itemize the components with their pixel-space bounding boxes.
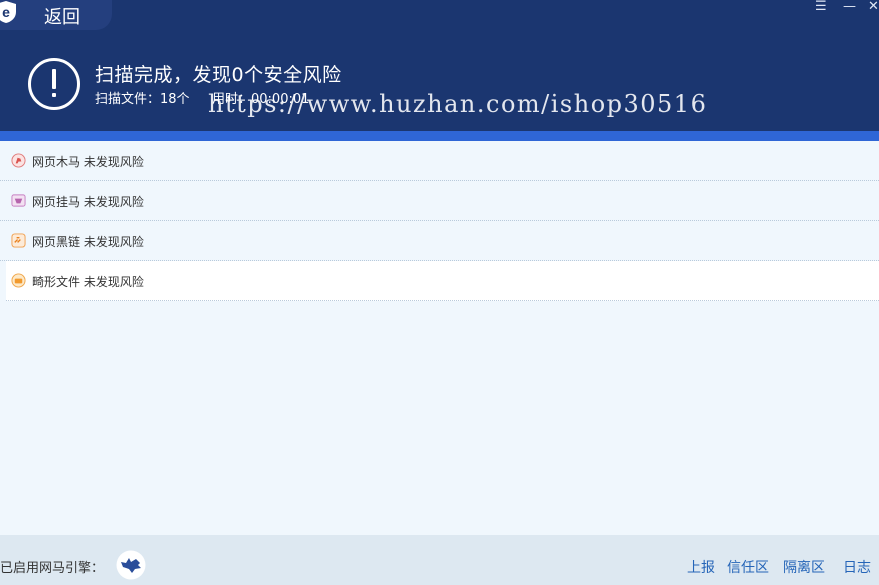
abnormal-file-icon [11, 273, 26, 288]
accent-bar [0, 131, 879, 141]
scan-results-list: 网页木马 未发现风险 网页挂马 未发现风险 网页黑链 未发现风险 畸形文件 未发… [0, 141, 879, 301]
dark-link-icon [11, 233, 26, 248]
trojan-icon [11, 153, 26, 168]
alert-icon [28, 58, 80, 110]
result-label: 网页木马 未发现风险 [32, 155, 144, 169]
scanned-files-count: 扫描文件：18个 [95, 92, 190, 107]
result-label: 网页黑链 未发现风险 [32, 235, 144, 249]
back-label: 返回 [44, 7, 80, 28]
engine-wolf-icon[interactable] [116, 550, 146, 580]
header: e 返回 ☰ — ✕ 扫描完成，发现0个安全风险 扫描文件：18个 用时：00:… [0, 0, 879, 131]
result-label: 畸形文件 未发现风险 [32, 275, 144, 289]
minimize-button[interactable]: — [843, 0, 856, 14]
footer: 已启用网马引擎： 上报 信任区 隔离区 日志 [0, 535, 879, 585]
engine-label: 已启用网马引擎： [0, 561, 105, 576]
app-logo-icon: e [0, 1, 16, 23]
result-row-trojan[interactable]: 网页木马 未发现风险 [0, 141, 879, 181]
scan-result-title: 扫描完成，发现0个安全风险 [95, 64, 342, 86]
quarantine-link[interactable]: 隔离区 [783, 557, 825, 577]
trust-zone-link[interactable]: 信任区 [727, 557, 769, 577]
close-button[interactable]: ✕ [868, 0, 879, 14]
result-label: 网页挂马 未发现风险 [32, 195, 144, 209]
svg-text:e: e [2, 4, 10, 20]
watermark-text: https://www.huzhan.com/ishop30516 [208, 90, 708, 118]
result-row-abnormal-file[interactable]: 畸形文件 未发现风险 [6, 261, 879, 301]
report-link[interactable]: 上报 [687, 557, 715, 577]
menu-button[interactable]: ☰ [815, 0, 827, 14]
hook-icon [11, 194, 26, 207]
result-row-dark-link[interactable]: 网页黑链 未发现风险 [0, 221, 879, 261]
back-button[interactable]: e 返回 [0, 0, 112, 30]
log-link[interactable]: 日志 [843, 557, 871, 577]
result-row-hook[interactable]: 网页挂马 未发现风险 [0, 181, 879, 221]
